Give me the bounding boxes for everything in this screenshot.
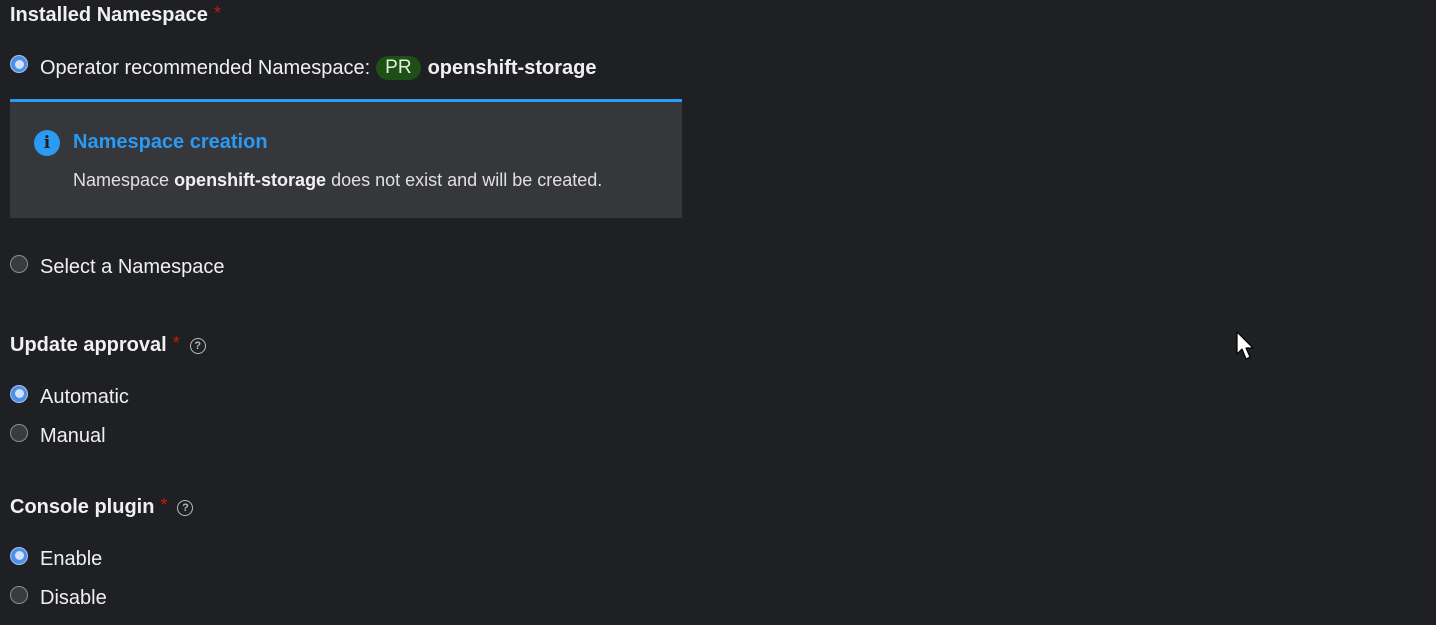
radio-button-unselected[interactable] (10, 585, 28, 604)
help-icon[interactable]: ? (189, 337, 206, 354)
recommended-namespace-name: openshift-storage (427, 56, 597, 79)
radio-disable[interactable]: Disable (10, 585, 107, 610)
help-icon[interactable]: ? (177, 499, 194, 516)
radio-button-selected[interactable] (10, 55, 28, 73)
console-plugin-label: Console plugin * ? (10, 495, 194, 519)
operator-install-form: Installed Namespace * Operator recommend… (0, 0, 1436, 625)
alert-title: Namespace creation (73, 131, 268, 153)
radio-enable[interactable]: Enable (10, 546, 103, 571)
radio-select-namespace[interactable]: Select a Namespace (10, 254, 225, 279)
recommended-namespace-label: Operator recommended Namespace: (40, 56, 371, 79)
radio-button-unselected[interactable] (10, 423, 28, 442)
automatic-label: Automatic (40, 386, 129, 408)
radio-button-unselected[interactable] (10, 254, 28, 273)
alert-body-namespace: openshift-storage (174, 170, 327, 190)
radio-button-selected[interactable] (10, 384, 28, 403)
alert-body: Namespace openshift-storage does not exi… (73, 170, 602, 191)
mouse-cursor-icon (1236, 331, 1254, 360)
radio-recommended-namespace[interactable]: Operator recommended Namespace: PR opens… (10, 55, 597, 80)
project-badge: PR (376, 56, 421, 80)
namespace-creation-alert: i Namespace creation Namespace openshift… (10, 99, 682, 218)
radio-button-selected[interactable] (10, 546, 28, 565)
manual-label: Manual (40, 425, 106, 447)
required-indicator: * (172, 333, 180, 353)
radio-automatic[interactable]: Automatic (10, 384, 129, 409)
info-icon: i (34, 130, 60, 156)
radio-manual[interactable]: Manual (10, 423, 106, 448)
update-approval-label-text: Update approval (10, 334, 167, 356)
alert-body-prefix: Namespace (73, 170, 170, 190)
installed-namespace-label: Installed Namespace * (10, 3, 221, 27)
console-plugin-label-text: Console plugin (10, 496, 155, 518)
enable-label: Enable (40, 548, 103, 570)
required-indicator: * (213, 3, 221, 23)
disable-label: Disable (40, 587, 107, 609)
required-indicator: * (160, 495, 168, 515)
update-approval-label: Update approval * ? (10, 333, 206, 357)
installed-namespace-label-text: Installed Namespace (10, 4, 208, 26)
alert-body-suffix: does not exist and will be created. (331, 170, 603, 190)
select-namespace-label: Select a Namespace (40, 256, 225, 278)
